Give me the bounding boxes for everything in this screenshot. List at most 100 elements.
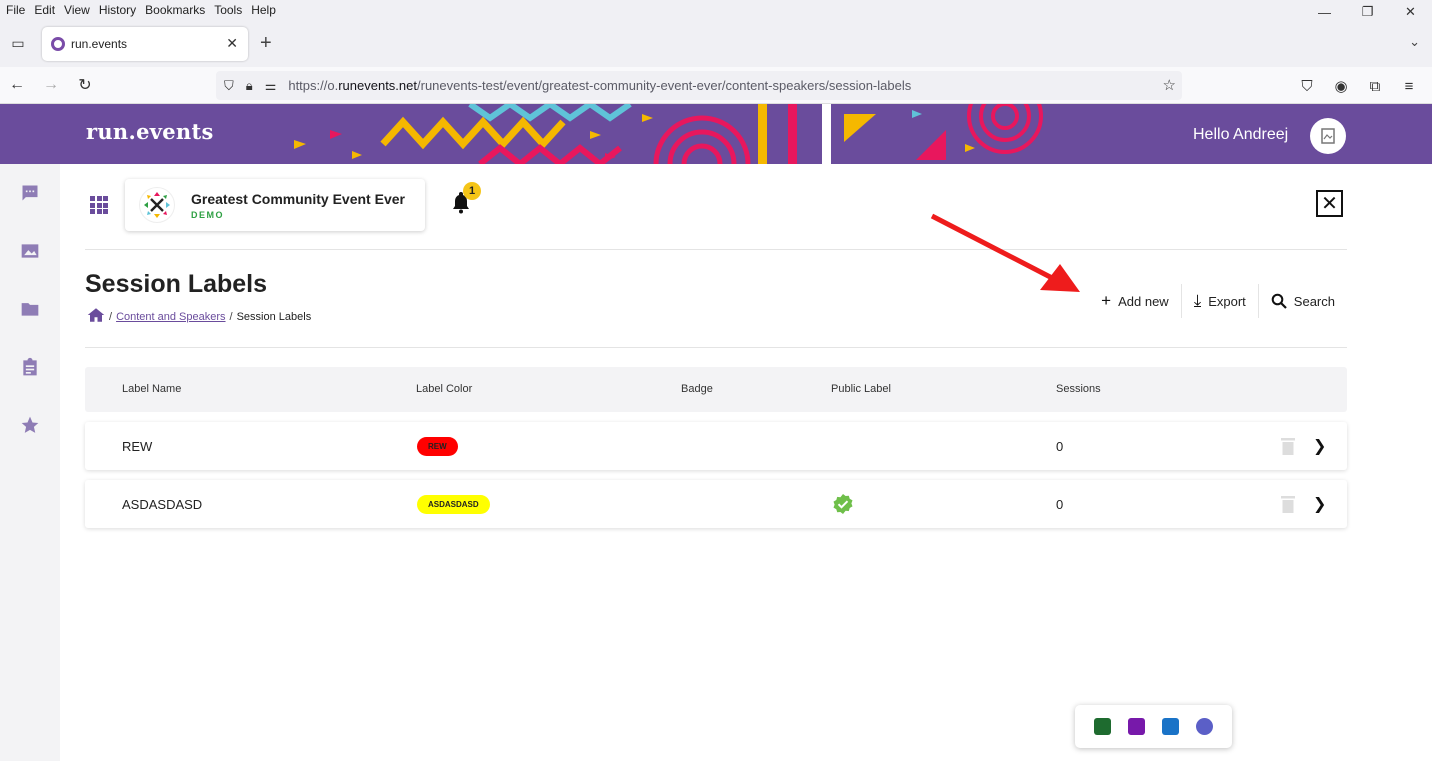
teams-app-icon[interactable] xyxy=(1196,718,1214,735)
menu-view[interactable]: View xyxy=(64,3,90,17)
tab-list-icon[interactable]: ▭ xyxy=(0,26,36,62)
sidebar-item-tasks[interactable] xyxy=(0,338,60,396)
export-button[interactable]: ⤓ Export xyxy=(1180,284,1258,318)
label-color-pill: ASDASDASD xyxy=(417,495,490,514)
chevron-right-icon[interactable]: ❯ xyxy=(1313,494,1326,514)
sidebar-item-media[interactable] xyxy=(0,222,60,280)
shield-icon[interactable]: ⛉ xyxy=(224,78,234,94)
account-icon[interactable]: ◉ xyxy=(1324,73,1358,99)
page-title: Session Labels xyxy=(85,270,268,298)
browser-menubar: File Edit View History Bookmarks Tools H… xyxy=(0,0,1432,20)
image-icon xyxy=(21,244,39,258)
annotation-arrow xyxy=(930,213,1080,292)
apps-grid-icon[interactable] xyxy=(90,196,108,214)
event-info: Greatest Community Event Ever DEMO xyxy=(191,191,405,220)
sessions-count: 0 xyxy=(1056,497,1064,512)
plus-icon: + xyxy=(1101,291,1112,310)
search-icon xyxy=(1271,293,1287,309)
download-icon: ⤓ xyxy=(1193,291,1202,310)
onenote-app-icon[interactable] xyxy=(1127,718,1145,735)
verified-check-icon xyxy=(833,494,853,514)
reload-icon[interactable]: ↻ xyxy=(68,70,102,100)
new-tab-icon[interactable]: + xyxy=(260,32,272,55)
user-greeting: Hello Andreej xyxy=(1193,126,1289,143)
bookmark-star-icon[interactable]: ☆ xyxy=(1163,76,1176,94)
breadcrumb-separator: / xyxy=(229,310,233,323)
column-sessions[interactable]: Sessions xyxy=(1056,383,1101,395)
broken-image-icon xyxy=(1321,128,1335,144)
sidebar-item-favorites[interactable] xyxy=(0,396,60,454)
column-badge[interactable]: Badge xyxy=(681,383,713,395)
breadcrumb: / Content and Speakers / Session Labels xyxy=(87,307,311,326)
sidebar-item-messages[interactable] xyxy=(0,164,60,222)
terminal-app-icon[interactable] xyxy=(1093,718,1111,735)
label-name: REW xyxy=(122,439,153,454)
tab-title: run.events xyxy=(71,36,128,51)
notification-count-badge: 1 xyxy=(463,182,481,200)
brand-logo[interactable]: run.events xyxy=(86,119,214,144)
label-name: ASDASDASD xyxy=(122,497,203,512)
lock-icon[interactable]: 🔒︎ xyxy=(246,78,253,94)
banner-divider xyxy=(822,104,831,164)
column-label-color[interactable]: Label Color xyxy=(416,383,472,395)
defender-app-icon[interactable] xyxy=(1162,718,1180,735)
menu-bookmarks[interactable]: Bookmarks xyxy=(145,3,205,17)
forward-icon[interactable]: → xyxy=(34,70,68,100)
page-header: Session Labels / Content and Speakers / … xyxy=(85,250,1347,348)
search-button[interactable]: Search xyxy=(1257,284,1347,318)
pocket-icon[interactable]: ⛉ xyxy=(1290,73,1324,99)
column-public-label[interactable]: Public Label xyxy=(831,383,891,395)
back-icon[interactable]: ← xyxy=(0,70,34,100)
event-selector[interactable]: Greatest Community Event Ever DEMO xyxy=(125,179,425,231)
browser-navbar: ← → ↻ ⛉ 🔒︎ ⚌ https://o. runevents.net/run… xyxy=(0,67,1432,104)
clipboard-icon xyxy=(23,357,37,376)
browser-tabbar: ▭ run.events ✕ + ⌄ xyxy=(0,20,1432,67)
toolbar-right: ⛉ ◉ ⧉ ≡ xyxy=(1290,73,1426,99)
table-row[interactable]: ASDASDASD ASDASDASD 0 ❯ xyxy=(85,480,1347,528)
menu-history[interactable]: History xyxy=(99,3,136,17)
menu-edit[interactable]: Edit xyxy=(34,3,55,17)
column-label-name[interactable]: Label Name xyxy=(122,383,181,395)
breadcrumb-current: Session Labels xyxy=(236,310,312,323)
extensions-icon[interactable]: ⧉ xyxy=(1358,73,1392,99)
sessions-count: 0 xyxy=(1056,439,1064,454)
label-color-pill: REW xyxy=(417,437,458,456)
add-new-label: Add new xyxy=(1118,293,1169,309)
trash-icon[interactable] xyxy=(1281,437,1295,455)
breadcrumb-separator: / xyxy=(109,310,113,323)
url-domain: runevents.net xyxy=(338,78,417,93)
folder-icon xyxy=(21,303,39,316)
breadcrumb-link-content-speakers[interactable]: Content and Speakers xyxy=(116,311,225,323)
url-bar[interactable]: ⛉ 🔒︎ ⚌ https://o. runevents.net/runevents… xyxy=(216,71,1182,100)
left-sidebar xyxy=(0,164,60,761)
avatar[interactable] xyxy=(1310,118,1346,154)
main-content: Greatest Community Event Ever DEMO 1 ✕ S… xyxy=(85,164,1347,528)
chevron-right-icon[interactable]: ❯ xyxy=(1313,436,1326,456)
browser-tab[interactable]: run.events ✕ xyxy=(42,26,248,61)
sidebar-item-files[interactable] xyxy=(0,280,60,338)
menu-tools[interactable]: Tools xyxy=(214,3,242,17)
permissions-icon[interactable]: ⚌ xyxy=(265,78,277,94)
add-new-button[interactable]: + Add new xyxy=(1089,284,1181,318)
search-label: Search xyxy=(1293,293,1335,309)
tab-close-icon[interactable]: ✕ xyxy=(226,35,238,52)
url-path: /runevents-test/event/greatest-community… xyxy=(417,78,912,93)
event-logo xyxy=(139,187,175,223)
app-header: run.events Hello Andreej xyxy=(0,104,1432,164)
hamburger-menu-icon[interactable]: ≡ xyxy=(1392,73,1426,99)
trash-icon[interactable] xyxy=(1281,495,1295,513)
event-name: Greatest Community Event Ever xyxy=(191,190,405,207)
chevron-down-icon[interactable]: ⌄ xyxy=(1409,34,1420,50)
event-logo-icon xyxy=(144,192,170,218)
menu-file[interactable]: File xyxy=(6,3,25,17)
home-icon[interactable] xyxy=(87,307,105,326)
system-tray-popup xyxy=(1075,705,1232,748)
close-icon[interactable]: ✕ xyxy=(1316,190,1343,217)
menu-help[interactable]: Help xyxy=(251,3,276,17)
event-bar: Greatest Community Event Ever DEMO 1 ✕ xyxy=(85,164,1347,250)
table-row[interactable]: REW REW 0 ❯ xyxy=(85,422,1347,470)
page-actions: + Add new ⤓ Export Search xyxy=(1089,284,1347,318)
table-header: Label Name Label Color Badge Public Labe… xyxy=(85,367,1347,412)
star-icon xyxy=(21,416,39,433)
event-demo-tag: DEMO xyxy=(191,209,224,220)
